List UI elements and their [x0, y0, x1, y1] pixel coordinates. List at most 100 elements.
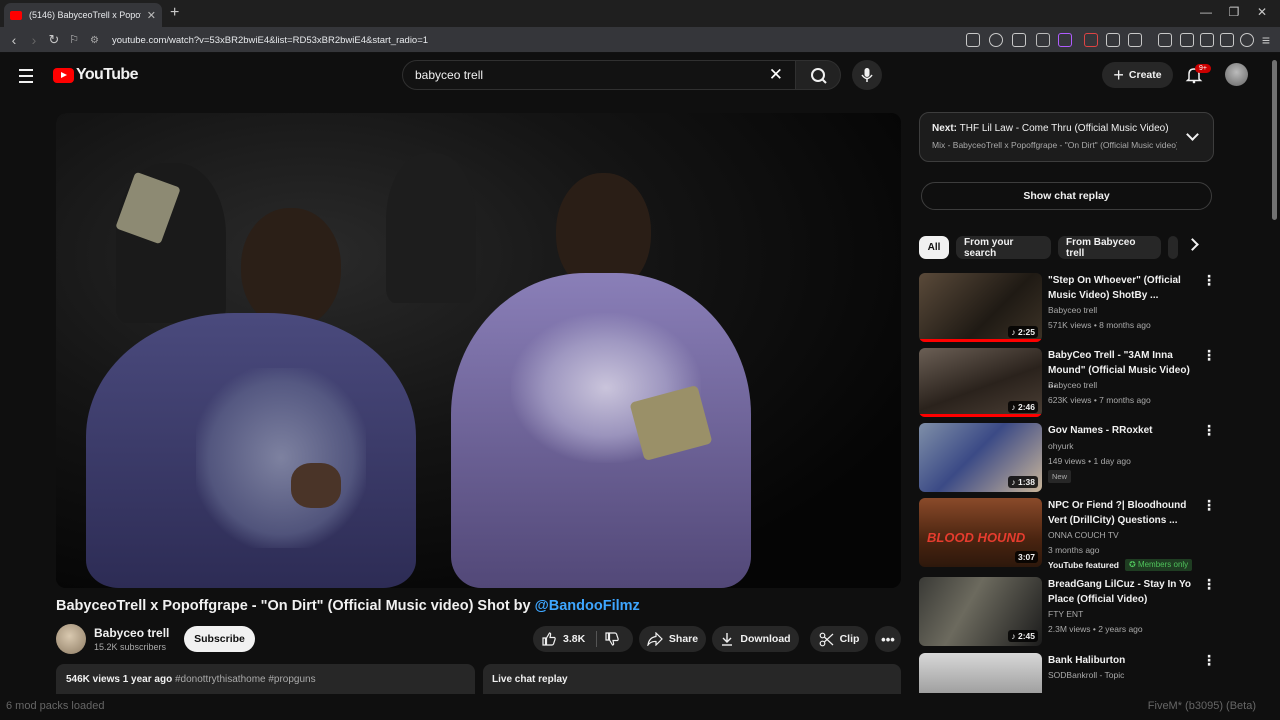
more-vertical-icon[interactable]: ⋮	[1202, 653, 1216, 667]
rec-title: "Step On Whoever" (Official Music Video)…	[1048, 275, 1181, 301]
overlay-status-bar: 6 mod packs loaded FiveM* (b3095) (Beta)	[0, 694, 1280, 720]
address-bar[interactable]: ⚙ youtube.com/watch?v=53xBR2bwiE4&list=R…	[90, 30, 950, 50]
chip-from-your-search[interactable]: From your search	[956, 236, 1051, 259]
chevron-right-icon[interactable]	[1186, 238, 1199, 251]
new-tab-button[interactable]: +	[170, 4, 179, 22]
hashtags[interactable]: #donottrythisathome #propguns	[175, 674, 316, 685]
extension-triangle-icon[interactable]	[1058, 33, 1072, 47]
ai-icon[interactable]	[1220, 33, 1234, 47]
hamburger-menu-icon[interactable]	[19, 69, 33, 87]
video-thumbnail[interactable]: ♪ 1:38	[919, 423, 1042, 492]
create-button[interactable]: + Create	[1102, 62, 1173, 88]
more-actions-button[interactable]: •••	[875, 626, 901, 652]
video-thumbnail[interactable]: ♪ 2:25	[919, 273, 1042, 342]
search-input[interactable]	[415, 68, 761, 82]
chip-from-channel[interactable]: From Babyceo trell	[1058, 236, 1161, 259]
channel-avatar[interactable]	[56, 624, 86, 654]
new-badge: New	[1048, 470, 1072, 483]
views-date: 546K views 1 year ago	[66, 674, 173, 685]
browser-tabbar: (5146) BabyceoTrell x Popoffgrap ✕ + — ❐…	[0, 0, 1280, 27]
share-button[interactable]: Share	[639, 626, 706, 652]
channel-name[interactable]: Babyceo trell	[94, 626, 169, 640]
recommendation-item[interactable]: BLOOD HOUND 3:07 NPC Or Fiend ?| Bloodho…	[919, 498, 1219, 571]
rec-meta: 2.3M views • 2 years ago	[1048, 624, 1143, 634]
live-chat-panel[interactable]: Live chat replay	[483, 664, 901, 694]
more-vertical-icon[interactable]: ⋮	[1202, 423, 1216, 437]
reload-icon[interactable]: ↻	[46, 32, 62, 48]
share-page-icon[interactable]	[1012, 33, 1026, 47]
like-divider	[596, 631, 597, 647]
close-window-icon[interactable]: ✕	[1254, 5, 1270, 19]
extensions-icon[interactable]	[1106, 33, 1120, 47]
minimize-icon[interactable]: —	[1198, 5, 1214, 19]
thumbs-down-icon	[605, 632, 619, 646]
rec-meta: 149 views • 1 day ago	[1048, 456, 1131, 466]
rec-channel[interactable]: SODBankroll - Topic	[1048, 670, 1124, 680]
fivem-version: FiveM* (b3095) (Beta)	[1147, 700, 1256, 712]
bookmark-icon[interactable]: ⚐	[66, 32, 82, 48]
video-thumbnail[interactable]: BLOOD HOUND 3:07	[919, 498, 1042, 567]
recommendation-item[interactable]: ♪ 2:25 "Step On Whoever" (Official Music…	[919, 273, 1219, 343]
forward-icon[interactable]: ›	[26, 32, 42, 48]
duration-badge: ♪ 2:45	[1008, 630, 1038, 642]
account-avatar[interactable]	[1225, 63, 1248, 86]
subscribe-button[interactable]: Subscribe	[184, 626, 255, 652]
rec-channel[interactable]: ONNA COUCH TV	[1048, 530, 1119, 540]
description-box[interactable]: 546K views 1 year ago #donottrythisathom…	[56, 664, 475, 694]
plus-icon: +	[1113, 65, 1124, 85]
like-button[interactable]: 3.8K	[541, 631, 585, 647]
browser-tab[interactable]: (5146) BabyceoTrell x Popoffgrap ✕	[4, 3, 162, 27]
youtube-logo[interactable]: YouTube	[53, 66, 138, 84]
more-vertical-icon[interactable]: ⋮	[1202, 577, 1216, 591]
download-icon	[722, 633, 733, 646]
zoom-icon[interactable]	[989, 33, 1003, 47]
search-button[interactable]	[795, 60, 841, 90]
search-box: ✕	[402, 60, 796, 90]
back-icon[interactable]: ‹	[6, 32, 22, 48]
video-player[interactable]	[56, 113, 901, 588]
next-title: THF Lil Law - Come Thru (Official Music …	[959, 123, 1169, 134]
clear-search-icon[interactable]: ✕	[769, 65, 783, 85]
shield-icon[interactable]	[1036, 33, 1050, 47]
chip-all[interactable]: All	[919, 236, 949, 259]
video-thumbnail[interactable]: ♪ 2:45	[919, 577, 1042, 646]
close-tab-icon[interactable]: ✕	[147, 9, 156, 22]
voice-search-button[interactable]	[852, 60, 882, 90]
thumbs-up-icon	[542, 632, 556, 646]
share-label: Share	[668, 633, 699, 645]
menu-icon[interactable]: ≡	[1258, 32, 1274, 48]
restore-icon[interactable]: ❐	[1226, 5, 1242, 19]
video-thumbnail[interactable]: ♪ 2:46	[919, 348, 1042, 417]
subscriber-count: 15.2K subscribers	[94, 642, 167, 652]
rec-channel[interactable]: ohyurk	[1048, 441, 1074, 451]
wallet-icon[interactable]	[1200, 33, 1214, 47]
rec-channel[interactable]: FTY ENT	[1048, 609, 1083, 619]
page-scrollbar[interactable]	[1272, 60, 1277, 220]
sidebar-icon[interactable]	[1180, 33, 1194, 47]
recommendation-item[interactable]: ♪ 2:46 BabyCeo Trell - "3AM Inna Mound" …	[919, 348, 1219, 418]
show-chat-replay-button[interactable]: Show chat replay	[921, 182, 1212, 210]
youtube-favicon-icon	[10, 10, 22, 20]
more-vertical-icon[interactable]: ⋮	[1202, 348, 1216, 362]
rec-channel[interactable]: Babyceo trell	[1048, 305, 1097, 315]
download-button[interactable]: Download	[712, 626, 799, 652]
title-handle-link[interactable]: @BandooFilmz	[535, 598, 640, 614]
recommendation-item[interactable]: ♪ 2:45 BreadGang LilCuz - Stay In Yo Pla…	[919, 577, 1219, 647]
clip-label: Clip	[839, 633, 860, 645]
more-vertical-icon[interactable]: ⋮	[1202, 273, 1216, 287]
clip-button[interactable]: Clip	[810, 626, 868, 652]
more-vertical-icon[interactable]: ⋮	[1202, 498, 1216, 512]
up-next-box[interactable]: Next: THF Lil Law - Come Thru (Official …	[919, 112, 1214, 162]
dislike-button[interactable]	[604, 631, 620, 650]
vpn-icon[interactable]	[1240, 33, 1254, 47]
url-text: youtube.com/watch?v=53xBR2bwiE4&list=RD5…	[112, 34, 429, 46]
recommendation-item[interactable]: ♪ 1:38 Gov Names - RRoxket ohyurk 149 vi…	[919, 423, 1219, 493]
extension-badge-icon[interactable]	[1084, 33, 1098, 47]
rec-channel[interactable]: Babyceo trell	[1048, 380, 1097, 390]
media-icon[interactable]	[1158, 33, 1172, 47]
recommendation-item[interactable]: Bank Haliburton SODBankroll - Topic ⋮	[919, 653, 1219, 693]
screenshot-icon[interactable]	[1128, 33, 1142, 47]
video-thumbnail[interactable]	[919, 653, 1042, 693]
cast-icon[interactable]	[966, 33, 980, 47]
site-info-icon[interactable]: ⚙	[90, 35, 104, 46]
